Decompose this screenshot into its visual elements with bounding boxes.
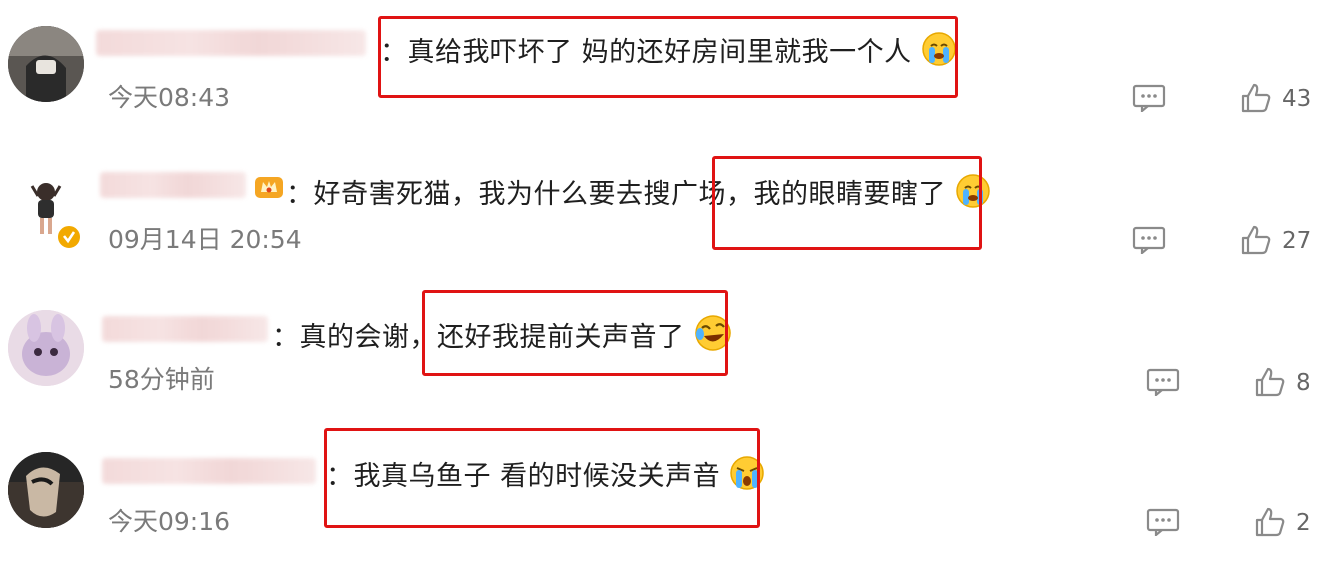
username-blurred[interactable] bbox=[100, 172, 246, 198]
separator: ： bbox=[272, 322, 300, 353]
like-count: 2 bbox=[1296, 510, 1311, 536]
like-count: 8 bbox=[1296, 370, 1311, 396]
username-blurred[interactable] bbox=[102, 316, 268, 342]
username-blurred[interactable] bbox=[102, 458, 316, 484]
highlight-box bbox=[422, 290, 728, 376]
highlight-box bbox=[324, 428, 760, 528]
comment-time: 09月14日 20:54 bbox=[108, 225, 302, 254]
thumbs-up-icon[interactable] bbox=[1240, 82, 1272, 114]
thumbs-up-icon[interactable] bbox=[1240, 224, 1272, 256]
comment-item: ：我真乌鱼子 看的时候没关声音 今天09:16 2 bbox=[0, 426, 1338, 568]
comment-time: 今天08:43 bbox=[108, 83, 231, 112]
comment-time: 今天09:16 bbox=[108, 507, 231, 536]
avatar[interactable] bbox=[8, 26, 84, 102]
reply-icon[interactable] bbox=[1146, 368, 1180, 398]
avatar[interactable] bbox=[8, 452, 84, 528]
comment-item: ：好奇害死猫，我为什么要去搜广场，我的眼睛要瞎了 09月14日 20:54 27 bbox=[0, 142, 1338, 284]
reply-icon[interactable] bbox=[1146, 508, 1180, 538]
comment-body: 好奇害死猫，我为什么要去搜广场， bbox=[313, 179, 754, 210]
highlight-box bbox=[712, 156, 982, 250]
thumbs-up-icon[interactable] bbox=[1254, 366, 1286, 398]
verified-badge-icon bbox=[56, 224, 82, 250]
thumbs-up-icon[interactable] bbox=[1254, 506, 1286, 538]
member-crown-icon bbox=[254, 174, 284, 200]
like-count: 43 bbox=[1282, 86, 1312, 112]
username-blurred[interactable] bbox=[96, 30, 366, 56]
like-count: 27 bbox=[1282, 228, 1312, 254]
comment-time: 58分钟前 bbox=[108, 365, 215, 394]
separator: ： bbox=[286, 179, 314, 210]
highlight-box bbox=[378, 16, 958, 98]
comment-body: 真的会谢， bbox=[299, 322, 437, 353]
reply-icon[interactable] bbox=[1132, 84, 1166, 114]
comment-item: ：真给我吓坏了 妈的还好房间里就我一个人 今天08:43 43 bbox=[0, 0, 1338, 142]
comment-item: ：真的会谢，还好我提前关声音了 58分钟前 8 bbox=[0, 284, 1338, 426]
avatar[interactable] bbox=[8, 310, 84, 386]
reply-icon[interactable] bbox=[1132, 226, 1166, 256]
